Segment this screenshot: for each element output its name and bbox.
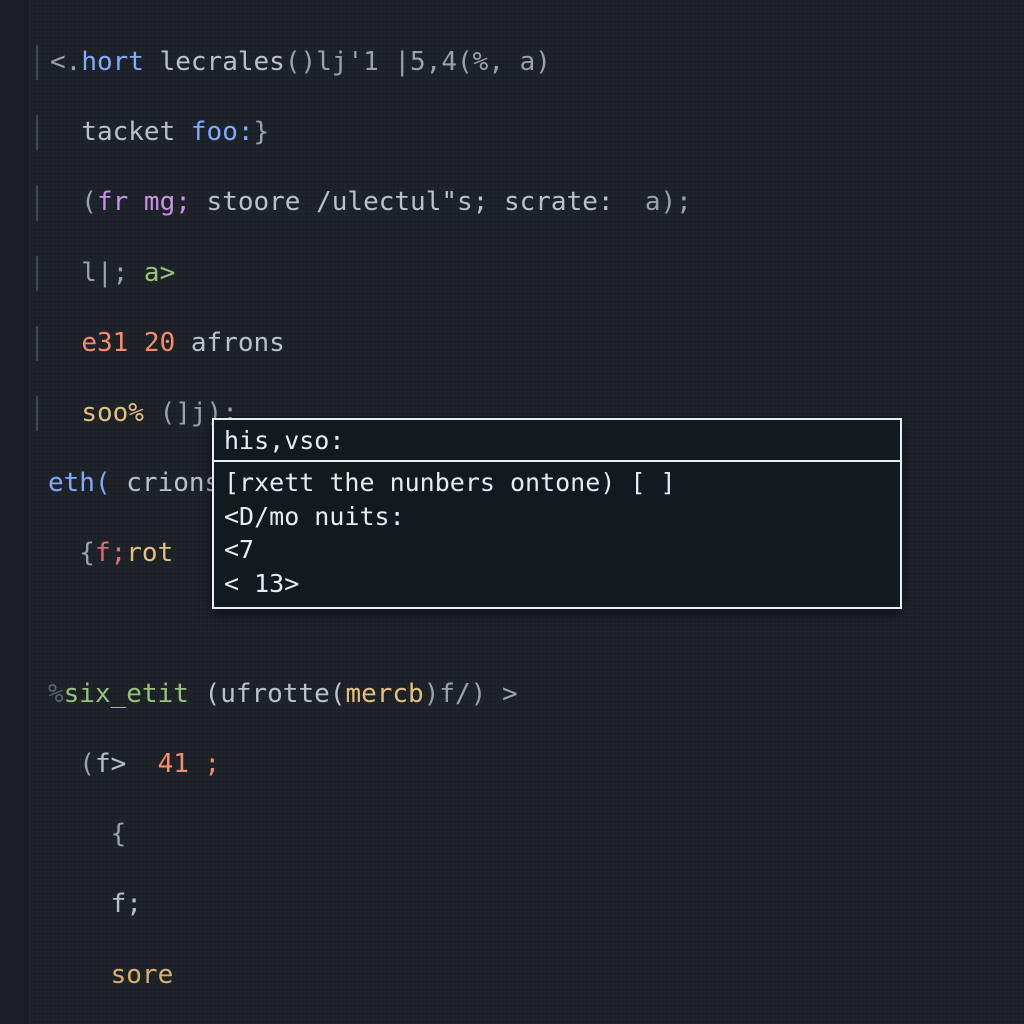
popup-header: his,vso:: [214, 420, 900, 462]
completion-popup[interactable]: his,vso: [rxett the nunbers ontone) [ ] …: [212, 418, 902, 609]
code-line[interactable]: (fr mg; stoore /ulectul"s; scrate: a);: [36, 185, 1016, 220]
code-line[interactable]: <.hort lecrales()lj'1 |5,4(%, a): [36, 45, 1016, 80]
popup-item[interactable]: <7: [224, 533, 890, 567]
code-line[interactable]: e31 20 afrons: [36, 326, 1016, 361]
code-line: [36, 607, 1016, 642]
code-line[interactable]: l|; a>: [36, 256, 1016, 291]
code-line[interactable]: f;: [36, 887, 1016, 922]
code-line[interactable]: (f> 41 ;: [36, 747, 1016, 782]
popup-item[interactable]: <D/mo nuits:: [224, 500, 890, 534]
code-line[interactable]: {: [36, 817, 1016, 852]
popup-item[interactable]: < 13>: [224, 567, 890, 601]
popup-body[interactable]: [rxett the nunbers ontone) [ ] <D/mo nui…: [214, 462, 900, 607]
code-line[interactable]: %six_etit (ufrotte(mercb)f/) >: [36, 677, 1016, 712]
code-line[interactable]: tacket foo:}: [36, 115, 1016, 150]
code-line[interactable]: sore: [36, 958, 1016, 993]
popup-item[interactable]: [rxett the nunbers ontone) [ ]: [224, 466, 890, 500]
editor-gutter: [0, 0, 30, 1024]
